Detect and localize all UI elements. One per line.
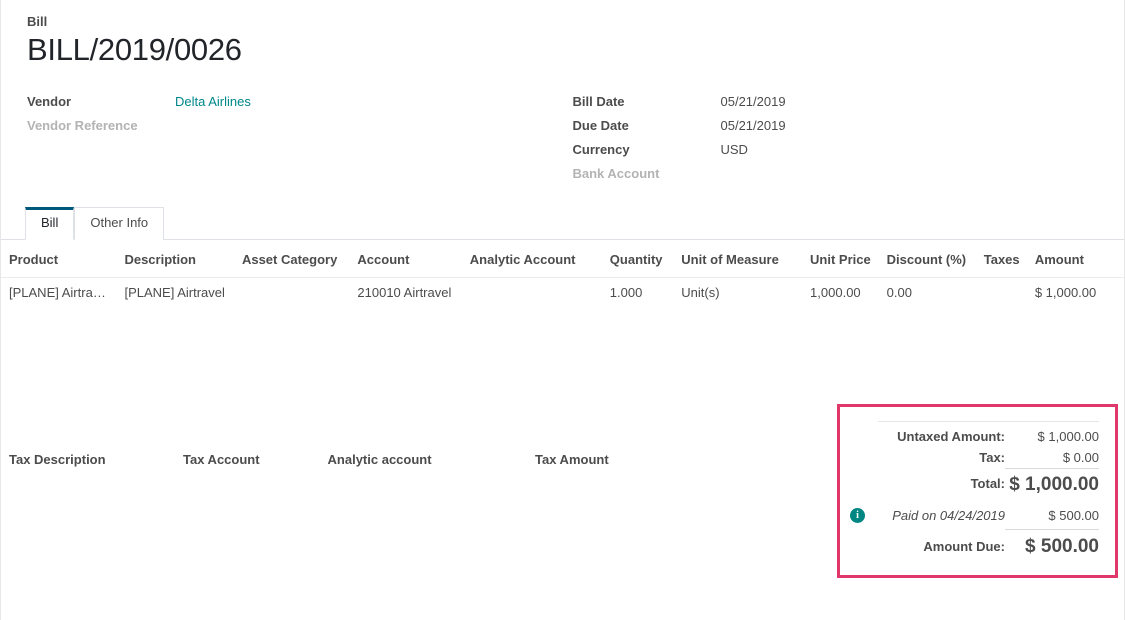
- tab-bill[interactable]: Bill: [25, 207, 75, 240]
- table-header-row: Product Description Asset Category Accou…: [1, 239, 1124, 278]
- field-group-left: Vendor Delta Airlines Vendor Reference: [27, 90, 563, 186]
- info-icon[interactable]: i: [850, 507, 865, 523]
- column-header-analytic-account[interactable]: Analytic Account: [461, 239, 602, 278]
- totals-icon-slot-tax: [850, 447, 878, 469]
- totals-label-amount-due: Amount Due:: [923, 539, 1005, 555]
- invoice-lines-table: Product Description Asset Category Accou…: [1, 239, 1124, 307]
- column-header-unit-of-measure[interactable]: Unit of Measure: [673, 239, 803, 278]
- totals-row-tax: Tax: $ 0.00: [850, 447, 1099, 469]
- field-bill-date: Bill Date 05/21/2019: [573, 90, 1099, 114]
- field-label-due-date: Due Date: [572, 118, 629, 134]
- tab-bill-label: Bill: [41, 215, 59, 231]
- column-header-unit-price[interactable]: Unit Price: [802, 239, 879, 278]
- column-header-tax-description: Tax Description: [9, 451, 106, 467]
- column-header-asset-category[interactable]: Asset Category: [233, 239, 350, 278]
- totals-label-tax: Tax:: [979, 450, 1005, 466]
- tax-summary-header: Tax Description Tax Account Analytic acc…: [1, 446, 701, 473]
- field-due-date: Due Date 05/21/2019: [573, 114, 1099, 138]
- cell-quantity[interactable]: 1.000: [602, 277, 674, 307]
- totals-icon-slot-due: [850, 529, 878, 561]
- notebook: Bill Other Info: [1, 206, 1124, 240]
- field-label-currency: Currency: [572, 142, 630, 158]
- document-type-label: Bill: [27, 14, 48, 29]
- totals-icon-slot-untaxed: [850, 421, 878, 447]
- column-header-amount[interactable]: Amount: [1026, 239, 1124, 278]
- field-label-bank-account: Bank Account: [572, 166, 660, 182]
- column-header-tax-account: Tax Account: [182, 451, 260, 467]
- column-header-tax-amount: Tax Amount: [534, 451, 609, 467]
- field-label-vendor: Vendor: [27, 94, 72, 110]
- column-header-product[interactable]: Product: [1, 239, 117, 278]
- totals-panel: Untaxed Amount: $ 1,000.00 Tax: $ 0.00 T…: [837, 403, 1118, 578]
- bill-form-sheet: Bill BILL/2019/0026 Vendor Delta Airline…: [0, 0, 1125, 620]
- tab-strip: Bill Other Info: [1, 206, 1124, 240]
- column-header-discount[interactable]: Discount (%): [878, 239, 976, 278]
- totals-table: Untaxed Amount: $ 1,000.00 Tax: $ 0.00 T…: [850, 420, 1099, 561]
- totals-value-amount-due: $ 500.00: [1005, 528, 1099, 561]
- totals-icon-slot-total: [850, 468, 878, 500]
- totals-row-untaxed: Untaxed Amount: $ 1,000.00: [850, 420, 1099, 447]
- column-header-tax-analytic-account: Analytic account: [327, 451, 432, 467]
- totals-label-paid[interactable]: Paid on 04/24/2019: [878, 500, 1005, 530]
- field-currency: Currency USD: [573, 138, 1099, 162]
- tax-summary-table: Tax Description Tax Account Analytic acc…: [1, 446, 701, 473]
- tab-other-info-label: Other Info: [90, 215, 149, 231]
- totals-row-paid: i Paid on 04/24/2019 $ 500.00: [850, 500, 1099, 530]
- cell-account[interactable]: 210010 Airtravel: [349, 277, 461, 307]
- field-group-right: Bill Date 05/21/2019 Due Date 05/21/2019…: [563, 90, 1099, 186]
- totals-value-tax: $ 0.00: [1062, 449, 1099, 465]
- field-groups: Vendor Delta Airlines Vendor Reference B…: [1, 68, 1124, 186]
- tab-other-info[interactable]: Other Info: [74, 207, 165, 240]
- field-value-vendor[interactable]: Delta Airlines: [175, 90, 251, 113]
- page-title: BILL/2019/0026: [27, 32, 242, 67]
- column-header-account[interactable]: Account: [349, 239, 462, 278]
- cell-taxes[interactable]: [976, 277, 1027, 307]
- cell-description[interactable]: [PLANE] Airtravel: [116, 277, 234, 307]
- column-header-description[interactable]: Description: [116, 239, 234, 278]
- cell-product[interactable]: [PLANE] Airtravel: [1, 277, 116, 307]
- totals-row-total: Total: $ 1,000.00: [850, 467, 1099, 500]
- cell-amount[interactable]: $ 1,000.00: [1027, 277, 1124, 307]
- cell-unit-price[interactable]: 1,000.00: [802, 277, 879, 307]
- bottom-section: Tax Description Tax Account Analytic acc…: [1, 399, 1124, 578]
- totals-icon-slot-paid: i: [850, 500, 878, 530]
- totals-row-amount-due: Amount Due: $ 500.00: [850, 528, 1099, 561]
- field-value-bill-date[interactable]: 05/21/2019: [721, 90, 786, 113]
- invoice-lines-header: Product Description Asset Category Accou…: [1, 239, 1124, 278]
- cell-unit-of-measure[interactable]: Unit(s): [673, 277, 802, 307]
- field-bank-account: Bank Account: [573, 162, 1099, 186]
- tax-header-row: Tax Description Tax Account Analytic acc…: [1, 446, 701, 473]
- field-vendor-reference: Vendor Reference: [27, 114, 563, 138]
- invoice-lines-body: [PLANE] Airtravel [PLANE] Airtravel 2100…: [1, 277, 1124, 307]
- cell-asset-category[interactable]: [234, 277, 349, 307]
- table-row[interactable]: [PLANE] Airtravel [PLANE] Airtravel 2100…: [1, 277, 1124, 307]
- totals-label-total: Total:: [970, 476, 1005, 492]
- column-header-quantity[interactable]: Quantity: [601, 239, 674, 278]
- totals-label-untaxed: Untaxed Amount:: [878, 420, 1005, 447]
- tab-divider: [1, 238, 1124, 240]
- field-value-currency[interactable]: USD: [721, 138, 748, 161]
- totals-value-untaxed: $ 1,000.00: [1005, 420, 1099, 447]
- cell-analytic-account[interactable]: [462, 277, 602, 307]
- field-value-due-date[interactable]: 05/21/2019: [721, 114, 786, 137]
- field-label-bill-date: Bill Date: [572, 94, 625, 110]
- totals-value-total: $ 1,000.00: [1005, 467, 1099, 500]
- document-header: Bill BILL/2019/0026: [1, 0, 1124, 68]
- totals-value-paid: $ 500.00: [1048, 507, 1099, 523]
- field-label-vendor-reference: Vendor Reference: [27, 118, 138, 134]
- cell-discount[interactable]: 0.00: [879, 277, 976, 307]
- column-header-taxes[interactable]: Taxes: [975, 239, 1027, 278]
- field-vendor: Vendor Delta Airlines: [27, 90, 563, 114]
